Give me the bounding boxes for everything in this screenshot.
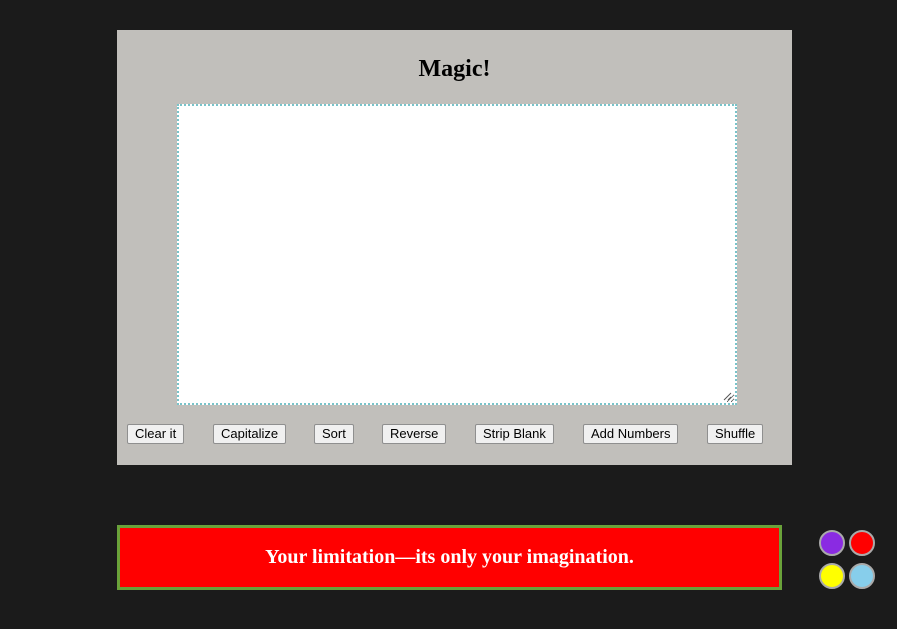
swatch-purple[interactable] <box>819 530 845 556</box>
swatch-red[interactable] <box>849 530 875 556</box>
text-input-area[interactable] <box>177 104 737 405</box>
magic-panel: Magic! Clear it Capitalize Sort Reverse … <box>117 30 792 465</box>
swatch-yellow[interactable] <box>819 563 845 589</box>
strip-blank-button[interactable]: Strip Blank <box>475 424 554 444</box>
shuffle-button[interactable]: Shuffle <box>707 424 764 444</box>
reverse-button[interactable]: Reverse <box>382 424 447 444</box>
motto-text: Your limitation—its only your imaginatio… <box>265 546 634 568</box>
capitalize-button[interactable]: Capitalize <box>213 424 287 444</box>
motto-banner: Your limitation—its only your imaginatio… <box>117 525 782 590</box>
clear-button[interactable]: Clear it <box>127 424 185 444</box>
add-numbers-button[interactable]: Add Numbers <box>583 424 679 444</box>
page-title: Magic! <box>418 56 491 82</box>
sort-button[interactable]: Sort <box>314 424 354 444</box>
swatch-light-blue[interactable] <box>849 563 875 589</box>
